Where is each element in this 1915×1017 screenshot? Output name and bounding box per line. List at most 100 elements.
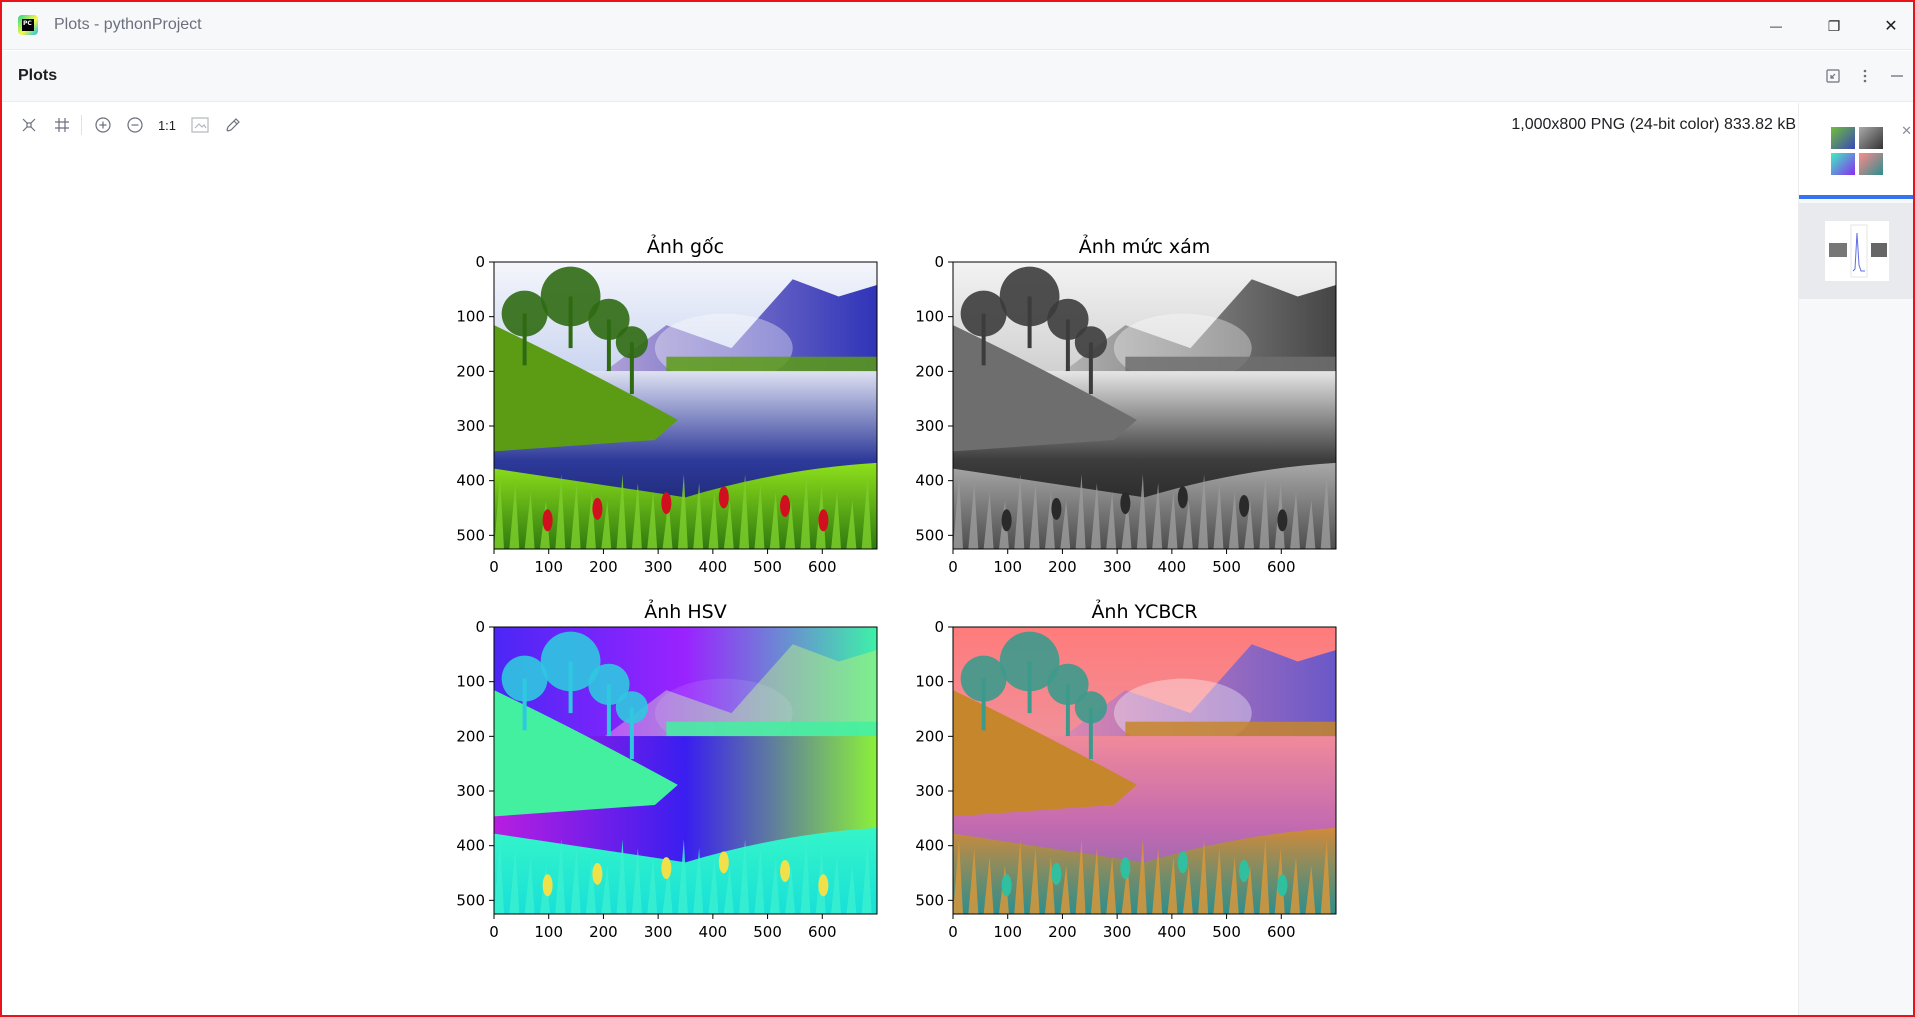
thumbnail-image-2 <box>1825 221 1889 281</box>
more-options-icon[interactable] <box>1853 64 1877 88</box>
x-tick-label: 500 <box>753 558 782 576</box>
x-tick-label: 100 <box>993 558 1022 576</box>
y-tick-label: 200 <box>915 727 944 745</box>
y-tick-label: 500 <box>456 891 485 909</box>
y-tick-label: 200 <box>456 362 485 380</box>
thumb-cell <box>1831 127 1855 149</box>
fit-content-icon[interactable] <box>17 113 41 137</box>
toolwindow-title: Plots <box>18 67 58 84</box>
subplot-grid: Ảnh gốc 0 100 200 300 400 500 600 0 100 200 300 400 5… <box>456 233 1337 941</box>
subplot-image <box>494 262 877 549</box>
x-tick-label: 100 <box>534 558 563 576</box>
image-flower <box>1177 486 1188 509</box>
image-flower <box>1177 851 1188 874</box>
subplot-title: Ảnh mức xám <box>1079 233 1211 258</box>
thumbnail-close-icon[interactable]: ✕ <box>1901 123 1912 139</box>
image-flower <box>1001 874 1012 897</box>
x-tick-label: 100 <box>993 923 1022 941</box>
subplot-image <box>953 627 1336 914</box>
zoom-out-icon[interactable] <box>123 113 147 137</box>
minimize-icon: — <box>1770 19 1782 33</box>
y-tick-label: 100 <box>456 673 485 691</box>
subplot-title: Ảnh gốc <box>647 233 724 258</box>
subplot-image <box>953 262 1336 549</box>
y-tick-label: 300 <box>915 782 944 800</box>
image-tree-canopy <box>1074 326 1107 359</box>
image-flower <box>1239 859 1250 882</box>
subplot-2: Ảnh mức xám 0 100 200 300 400 500 600 0 100 200 300… <box>915 233 1337 576</box>
image-flower <box>780 494 791 517</box>
image-flower <box>1120 857 1131 880</box>
image-flower <box>542 874 553 897</box>
image-tree-canopy <box>615 691 648 724</box>
y-tick-label: 500 <box>456 526 485 544</box>
image-tree-canopy <box>501 655 548 702</box>
subplot-4: Ảnh YCBCR 0 100 200 300 400 500 600 0 100 200 300 40… <box>915 598 1337 941</box>
y-tick-label: 400 <box>456 837 485 855</box>
collapse-icon[interactable] <box>1821 64 1845 88</box>
image-flower <box>818 509 829 532</box>
pycharm-logo-icon: PC <box>18 15 38 35</box>
ide-window: PC Plots - pythonProject — ❐ ✕ Plots 1:1… <box>0 0 1915 1017</box>
thumbnail-plot-1[interactable]: ✕ <box>1799 103 1913 199</box>
hide-icon[interactable] <box>1885 64 1909 88</box>
image-tree-canopy <box>501 290 548 337</box>
thumb-histogram-icon <box>1829 224 1887 278</box>
restore-button[interactable]: ❐ <box>1811 8 1857 44</box>
image-flower <box>592 497 603 520</box>
thumb-cell <box>1859 127 1883 149</box>
x-tick-label: 100 <box>534 923 563 941</box>
subplot-image <box>494 627 877 914</box>
plots-toolwindow-header: Plots <box>2 51 1913 102</box>
background-icon[interactable] <box>188 113 212 137</box>
thumb-cell <box>1831 153 1855 175</box>
zoom-in-icon[interactable] <box>91 113 115 137</box>
x-tick-label: 400 <box>1158 558 1187 576</box>
x-tick-label: 400 <box>699 558 728 576</box>
actual-size-button[interactable]: 1:1 <box>155 113 179 137</box>
y-tick-label: 100 <box>456 308 485 326</box>
app-icon-text: PC <box>22 19 34 31</box>
actual-grid-icon[interactable] <box>50 113 74 137</box>
x-tick-label: 0 <box>948 923 958 941</box>
x-tick-label: 400 <box>699 923 728 941</box>
thumbnail-plot-2[interactable] <box>1799 203 1913 299</box>
x-tick-label: 300 <box>644 558 673 576</box>
window-title: Plots - pythonProject <box>54 16 202 33</box>
image-tree-canopy <box>960 290 1007 337</box>
close-icon: ✕ <box>1884 18 1898 35</box>
plot-canvas: Ảnh gốc 0 100 200 300 400 500 600 0 100 200 300 400 5… <box>2 147 1798 1015</box>
y-tick-label: 400 <box>915 472 944 490</box>
image-tree-canopy <box>1074 691 1107 724</box>
image-flower <box>1120 492 1131 515</box>
image-tree-canopy <box>615 326 648 359</box>
x-tick-label: 0 <box>489 923 499 941</box>
subplot-title: Ảnh YCBCR <box>1091 598 1197 623</box>
plot-thumbnails: ✕ <box>1798 103 1913 1015</box>
y-tick-label: 200 <box>456 727 485 745</box>
y-tick-label: 0 <box>475 253 485 271</box>
color-picker-icon[interactable] <box>221 113 245 137</box>
x-tick-label: 0 <box>948 558 958 576</box>
x-tick-label: 300 <box>644 923 673 941</box>
subplot-title: Ảnh HSV <box>644 598 726 623</box>
image-shoreline <box>666 356 877 372</box>
image-flower <box>661 857 672 880</box>
image-flower <box>592 862 603 885</box>
x-tick-label: 200 <box>1048 923 1077 941</box>
y-tick-label: 400 <box>456 472 485 490</box>
image-flower <box>1051 862 1062 885</box>
image-shoreline <box>1125 356 1336 372</box>
x-tick-label: 600 <box>808 923 837 941</box>
title-bar: PC Plots - pythonProject — ❐ ✕ <box>2 2 1913 50</box>
image-flower <box>1001 509 1012 532</box>
plots-toolbar: 1:1 1,000x800 PNG (24-bit color) 833.82 … <box>2 103 1798 147</box>
x-tick-label: 200 <box>589 558 618 576</box>
close-button[interactable]: ✕ <box>1868 8 1913 44</box>
x-tick-label: 400 <box>1158 923 1187 941</box>
minimize-button[interactable]: — <box>1753 8 1799 44</box>
image-shoreline <box>1125 721 1336 737</box>
y-tick-label: 500 <box>915 891 944 909</box>
image-flower <box>542 509 553 532</box>
image-flower <box>1277 874 1288 897</box>
